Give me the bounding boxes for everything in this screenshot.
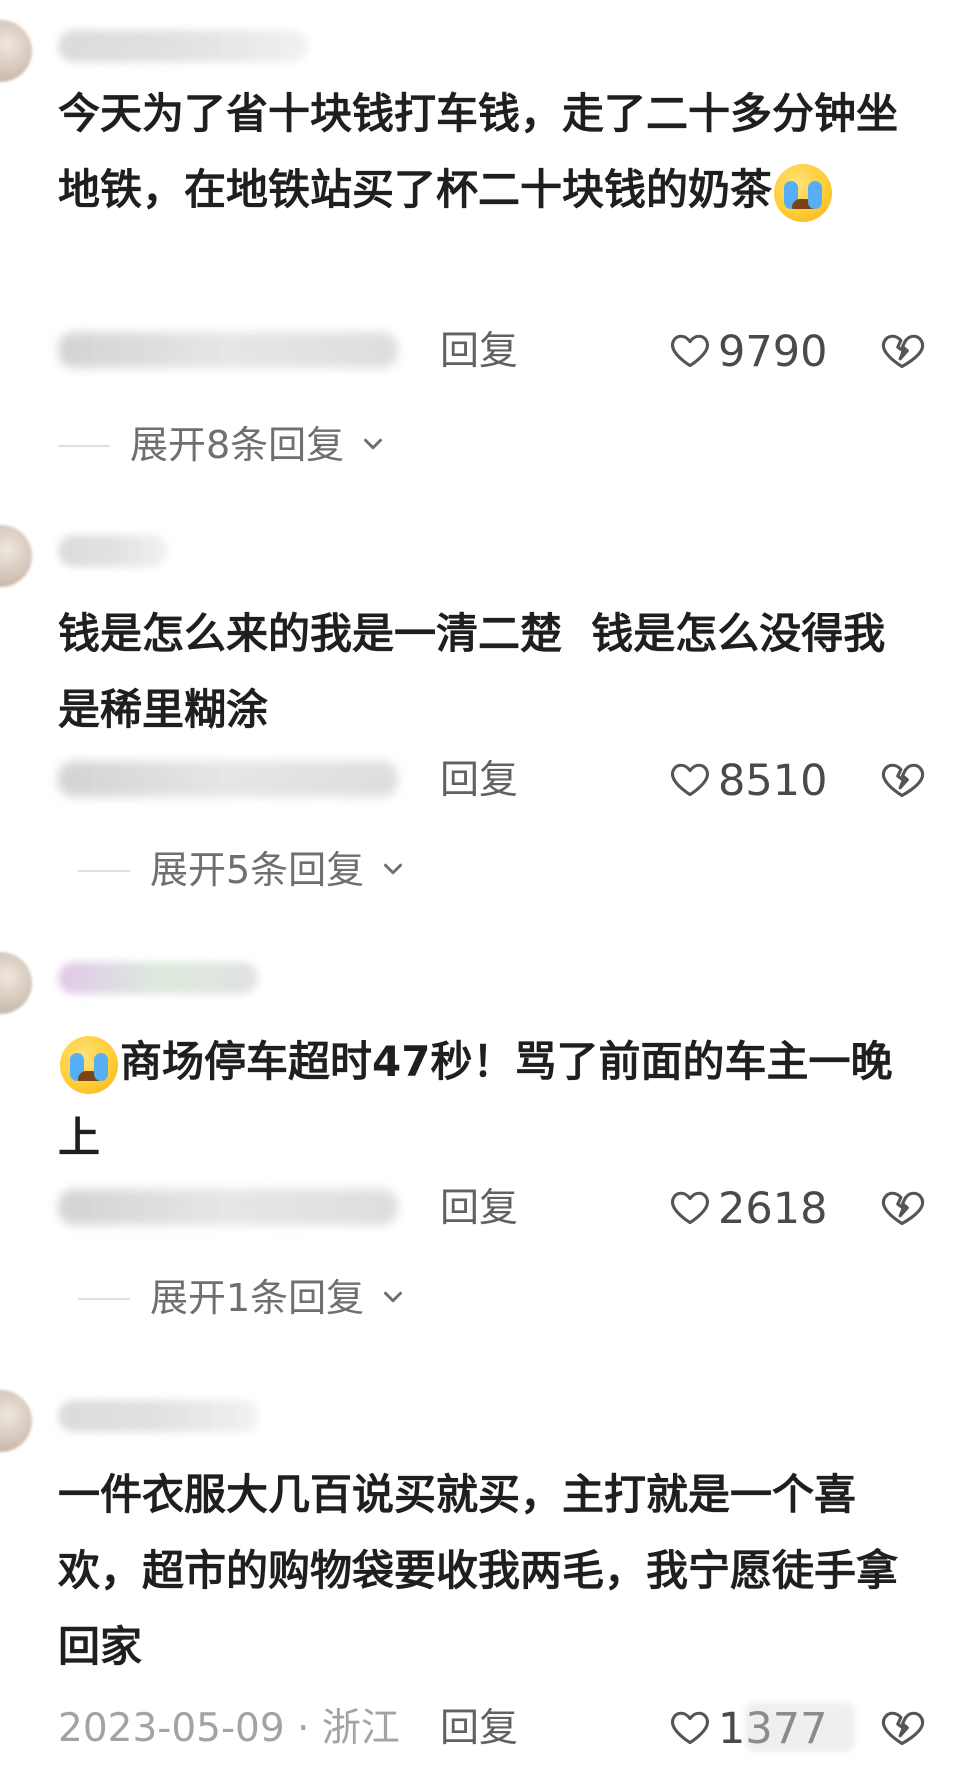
broken-heart-icon[interactable]	[878, 1705, 926, 1749]
broken-heart-icon[interactable]	[878, 1185, 926, 1229]
expand-replies[interactable]: 展开1条回复	[78, 1271, 478, 1325]
like-count: 9790	[718, 327, 828, 377]
heart-icon	[671, 1711, 709, 1745]
divider-line	[78, 870, 130, 872]
expand-replies-label: 展开5条回复	[150, 848, 365, 892]
date-location-blurred	[58, 1189, 398, 1225]
expand-replies-label: 展开8条回复	[130, 423, 345, 467]
chevron-down-icon	[384, 863, 402, 875]
comment-meta: 回复 9790	[58, 322, 928, 382]
avatar[interactable]	[0, 20, 32, 82]
chevron-down-icon	[384, 1291, 402, 1303]
date-location-blurred	[58, 332, 398, 368]
crying-emoji-icon	[60, 1035, 118, 1094]
like-count: 8510	[718, 756, 828, 806]
date-location-blurred	[58, 761, 398, 797]
comment-text: 今天为了省十块钱打车钱，走了二十多分钟坐地铁，在地铁站买了杯二十块钱的奶茶	[58, 76, 928, 228]
comment-meta: 回复 8510	[58, 751, 928, 811]
comment-text: 一件衣服大几百说买就买，主打就是一个喜欢，超市的购物袋要收我两毛，我宁愿徒手拿回…	[58, 1457, 938, 1685]
reply-button[interactable]: 回复	[440, 322, 518, 382]
expand-replies[interactable]: 展开5条回复	[78, 843, 478, 897]
username-blurred[interactable]	[58, 962, 258, 994]
expand-replies-label: 展开1条回复	[150, 1276, 365, 1320]
crying-emoji-icon	[774, 163, 833, 222]
divider-line	[78, 1298, 130, 1300]
expand-replies[interactable]: 展开8条回复	[58, 418, 458, 472]
reply-button[interactable]: 回复	[440, 1179, 518, 1239]
comment-text-part: 商场停车超时47秒！骂了前面的车主一晚上	[58, 1037, 893, 1162]
broken-heart-icon[interactable]	[878, 757, 926, 801]
broken-heart-icon[interactable]	[878, 328, 926, 372]
heart-icon	[671, 763, 709, 797]
comment-text-part: 今天为了省十块钱打车钱，走了二十多分钟坐地铁，在地铁站买了杯二十块钱的奶茶	[58, 89, 899, 214]
avatar[interactable]	[0, 525, 32, 587]
heart-icon	[671, 1191, 709, 1225]
like-count: 2618	[718, 1184, 828, 1234]
comment-text: 商场停车超时47秒！骂了前面的车主一晚上	[58, 1024, 908, 1176]
comment-text-part: 一件衣服大几百说买就买，主打就是一个喜欢，超市的购物袋要收我两毛，我宁愿徒手拿回…	[58, 1470, 899, 1671]
heart-icon	[671, 334, 709, 368]
avatar[interactable]	[0, 952, 32, 1014]
username-blurred[interactable]	[58, 1400, 258, 1432]
date-location: 2023-05-09 · 浙江	[58, 1706, 400, 1751]
divider-line	[58, 445, 110, 447]
comment-text-part: 钱是怎么来的我是一清二楚 钱是怎么没得我是稀里糊涂	[58, 609, 886, 734]
reply-button[interactable]: 回复	[440, 751, 518, 811]
chevron-down-icon	[364, 438, 382, 450]
username-blurred[interactable]	[58, 30, 308, 62]
reply-button[interactable]: 回复	[440, 1699, 518, 1759]
comment-meta: 回复 2618	[58, 1179, 928, 1239]
watermark	[745, 1702, 855, 1752]
username-blurred[interactable]	[58, 535, 168, 567]
comment-text: 钱是怎么来的我是一清二楚 钱是怎么没得我是稀里糊涂	[58, 596, 908, 748]
avatar[interactable]	[0, 1390, 32, 1452]
